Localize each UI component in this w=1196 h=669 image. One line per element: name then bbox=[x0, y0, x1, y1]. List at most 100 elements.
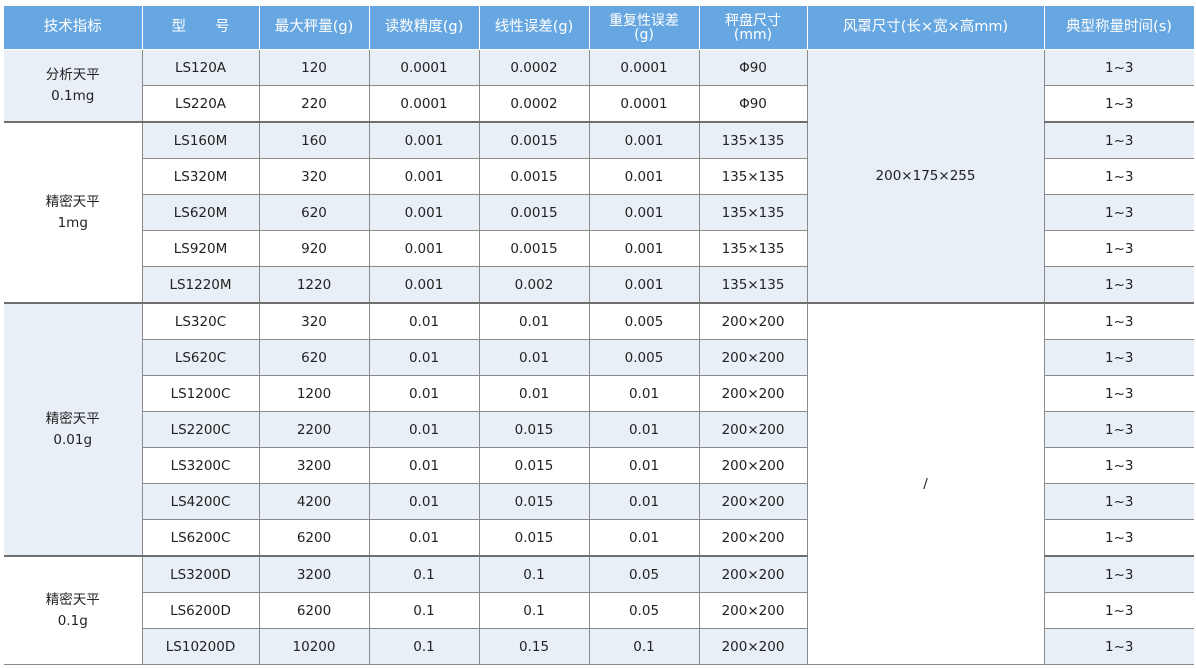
cell-windshield: 200×175×255 bbox=[806, 49, 1045, 304]
cell-max-capacity: 3200 bbox=[258, 555, 370, 593]
cell-repeatability: 0.001 bbox=[588, 230, 700, 267]
cell-model: LS220A bbox=[141, 85, 260, 123]
cell-repeatability: 0.001 bbox=[588, 158, 700, 195]
cell-readability: 0.01 bbox=[368, 411, 480, 448]
cell-max-capacity: 3200 bbox=[258, 447, 370, 484]
group-label: 精密天平 1mg bbox=[4, 121, 143, 304]
header-readability: 读数精度(g) bbox=[368, 5, 480, 50]
cell-model: LS10200D bbox=[141, 628, 260, 665]
group-resolution: 0.01g bbox=[53, 431, 93, 448]
cell-pan-size: 135×135 bbox=[698, 121, 808, 159]
cell-stabilization-time: 1~3 bbox=[1043, 302, 1194, 340]
cell-linearity: 0.015 bbox=[478, 519, 590, 557]
cell-model: LS3200D bbox=[141, 555, 260, 593]
cell-pan-size: 200×200 bbox=[698, 302, 808, 340]
header-row: 技术指标 型 号 最大秤量(g) 读数精度(g) 线性误差(g) 重复性误差 (… bbox=[4, 5, 1195, 50]
header-repeatability: 重复性误差 (g) bbox=[588, 5, 700, 50]
table-body: 分析天平 0.1mg LS120A 120 0.0001 0.0002 0.0001 Φ90 2… bbox=[4, 49, 1194, 665]
header-pan-line2: (mm) bbox=[733, 26, 773, 43]
cell-model: LS1220M bbox=[141, 266, 260, 304]
header-stabilization-time: 典型称量时间(s) bbox=[1043, 5, 1195, 50]
cell-repeatability: 0.001 bbox=[588, 266, 700, 304]
cell-model: LS620C bbox=[141, 339, 260, 376]
cell-pan-size: 200×200 bbox=[698, 519, 808, 557]
cell-stabilization-time: 1~3 bbox=[1043, 266, 1194, 304]
cell-linearity: 0.015 bbox=[478, 483, 590, 520]
header-repeatability-line1: 重复性误差 bbox=[609, 12, 679, 29]
cell-model: LS160M bbox=[141, 121, 260, 159]
cell-readability: 0.001 bbox=[368, 266, 480, 304]
cell-linearity: 0.002 bbox=[478, 266, 590, 304]
cell-repeatability: 0.01 bbox=[588, 483, 700, 520]
cell-max-capacity: 6200 bbox=[258, 519, 370, 557]
cell-max-capacity: 2200 bbox=[258, 411, 370, 448]
cell-stabilization-time: 1~3 bbox=[1043, 158, 1194, 195]
cell-model: LS320M bbox=[141, 158, 260, 195]
cell-stabilization-time: 1~3 bbox=[1043, 49, 1194, 86]
spec-table: 技术指标 型 号 最大秤量(g) 读数精度(g) 线性误差(g) 重复性误差 (… bbox=[4, 5, 1195, 665]
cell-stabilization-time: 1~3 bbox=[1043, 85, 1194, 123]
cell-stabilization-time: 1~3 bbox=[1043, 592, 1194, 629]
cell-max-capacity: 620 bbox=[258, 339, 370, 376]
cell-repeatability: 0.01 bbox=[588, 447, 700, 484]
cell-pan-size: Φ90 bbox=[698, 49, 808, 86]
cell-repeatability: 0.01 bbox=[588, 519, 700, 557]
cell-readability: 0.001 bbox=[368, 158, 480, 195]
cell-model: LS920M bbox=[141, 230, 260, 267]
cell-pan-size: 200×200 bbox=[698, 555, 808, 593]
cell-pan-size: 200×200 bbox=[698, 375, 808, 412]
cell-readability: 0.01 bbox=[368, 447, 480, 484]
cell-pan-size: 200×200 bbox=[698, 628, 808, 665]
cell-stabilization-time: 1~3 bbox=[1043, 483, 1194, 520]
cell-stabilization-time: 1~3 bbox=[1043, 339, 1194, 376]
cell-repeatability: 0.01 bbox=[588, 375, 700, 412]
cell-readability: 0.001 bbox=[368, 194, 480, 231]
header-max-capacity: 最大秤量(g) bbox=[258, 5, 370, 50]
table-row: 精密天平 0.01g LS320C 320 0.01 0.01 0.005 200×200/1… bbox=[4, 302, 1194, 665]
cell-repeatability: 0.0001 bbox=[588, 49, 700, 86]
header-repeatability-line2: (g) bbox=[634, 26, 654, 43]
cell-max-capacity: 120 bbox=[258, 49, 370, 86]
cell-stabilization-time: 1~3 bbox=[1043, 230, 1194, 267]
header-spec: 技术指标 bbox=[4, 5, 143, 50]
cell-stabilization-time: 1~3 bbox=[1043, 519, 1194, 557]
cell-max-capacity: 320 bbox=[258, 158, 370, 195]
cell-linearity: 0.015 bbox=[478, 411, 590, 448]
cell-readability: 0.001 bbox=[368, 121, 480, 159]
cell-stabilization-time: 1~3 bbox=[1043, 375, 1194, 412]
cell-repeatability: 0.05 bbox=[588, 555, 700, 593]
cell-max-capacity: 920 bbox=[258, 230, 370, 267]
group-label: 分析天平 0.1mg bbox=[4, 49, 143, 123]
group-name: 精密天平 bbox=[45, 410, 100, 427]
cell-max-capacity: 1200 bbox=[258, 375, 370, 412]
cell-readability: 0.1 bbox=[368, 592, 480, 629]
cell-model: LS4200C bbox=[141, 483, 260, 520]
cell-readability: 0.1 bbox=[368, 628, 480, 665]
cell-stabilization-time: 1~3 bbox=[1043, 121, 1194, 159]
cell-linearity: 0.01 bbox=[478, 339, 590, 376]
cell-repeatability: 0.001 bbox=[588, 121, 700, 159]
header-pan-line1: 秤盘尺寸 bbox=[725, 12, 781, 29]
cell-model: LS320C bbox=[141, 302, 260, 340]
group-label: 精密天平 0.01g bbox=[4, 302, 143, 557]
header-model: 型 号 bbox=[141, 5, 260, 50]
cell-readability: 0.01 bbox=[368, 519, 480, 557]
cell-model: LS3200C bbox=[141, 447, 260, 484]
cell-stabilization-time: 1~3 bbox=[1043, 194, 1194, 231]
cell-stabilization-time: 1~3 bbox=[1043, 555, 1194, 593]
cell-linearity: 0.0015 bbox=[478, 230, 590, 267]
cell-max-capacity: 4200 bbox=[258, 483, 370, 520]
group-resolution: 0.1mg bbox=[51, 87, 95, 104]
cell-max-capacity: 320 bbox=[258, 302, 370, 340]
cell-readability: 0.001 bbox=[368, 230, 480, 267]
group-name: 精密天平 bbox=[45, 193, 100, 210]
cell-linearity: 0.0002 bbox=[478, 85, 590, 123]
cell-max-capacity: 1220 bbox=[258, 266, 370, 304]
group-name: 分析天平 bbox=[45, 66, 100, 83]
group-label: 精密天平 0.1g bbox=[4, 555, 143, 665]
cell-readability: 0.01 bbox=[368, 302, 480, 340]
cell-readability: 0.0001 bbox=[368, 49, 480, 86]
cell-linearity: 0.0015 bbox=[478, 194, 590, 231]
cell-linearity: 0.01 bbox=[478, 375, 590, 412]
cell-repeatability: 0.05 bbox=[588, 592, 700, 629]
